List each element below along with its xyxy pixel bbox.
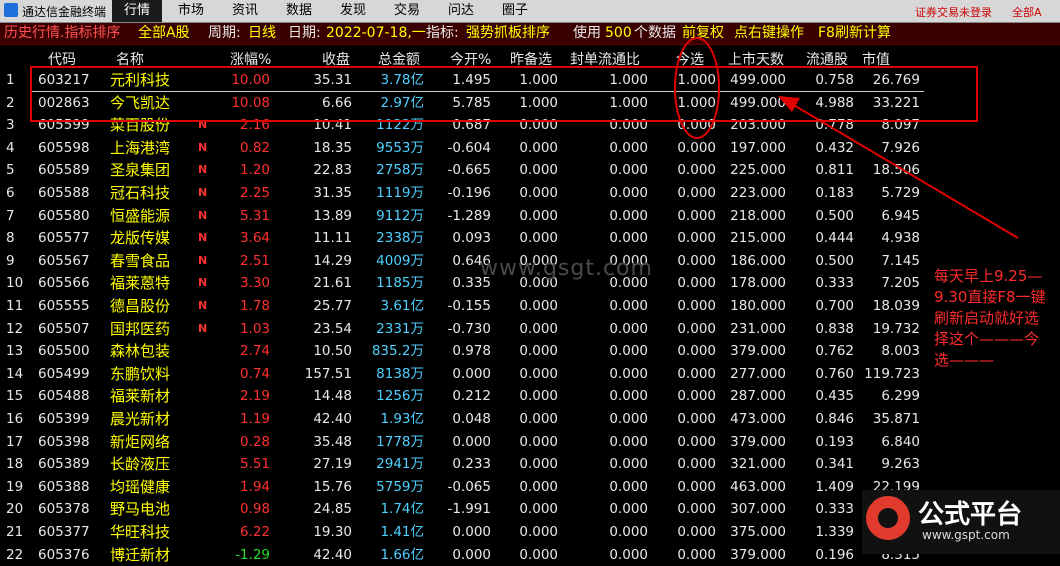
annotation-arrow-line [791,103,1019,239]
brand-url: www.gspt.com [922,528,1010,542]
annotation-note: 每天早上9.25—9.30直接F8一键刷新启动就好选择这个———今选——— [934,267,1046,369]
brand-logo-icon [866,496,910,540]
brand-name: 公式平台 [918,500,1023,530]
highlight-ellipse-today-column [674,37,720,139]
annotation-arrow-head [778,96,800,112]
annotation-overlay [674,37,1019,239]
brand-logo: 公式平台 www.gspt.com [862,490,1060,554]
